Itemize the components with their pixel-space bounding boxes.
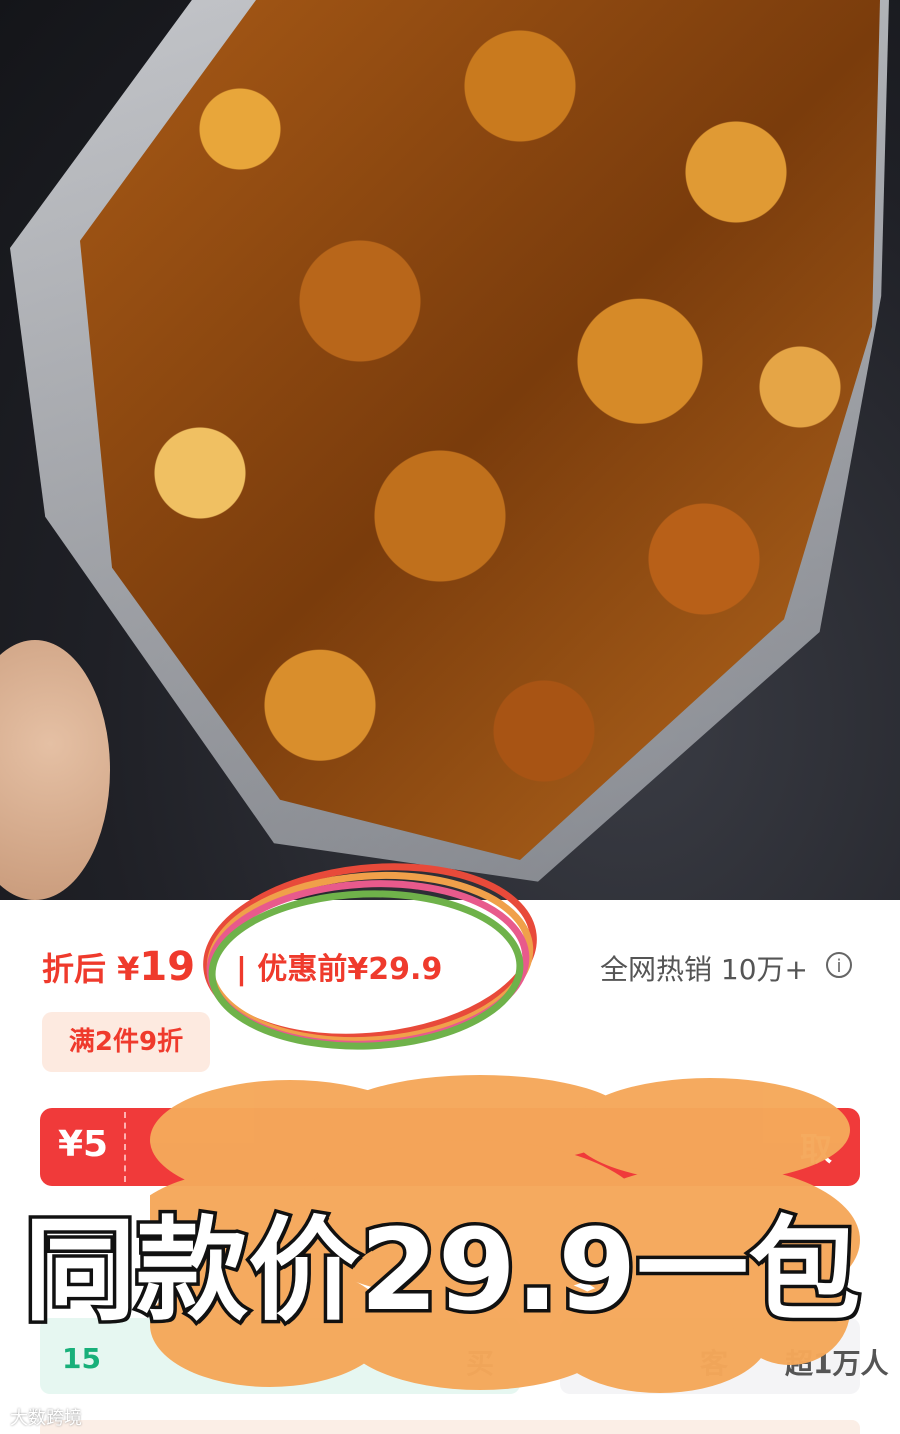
info-card-left-text: 15 — [62, 1342, 101, 1375]
product-photo — [0, 0, 900, 900]
hand-thumb — [0, 640, 110, 900]
price-label: 折后 — [42, 950, 107, 988]
bottom-strip — [40, 1420, 860, 1434]
price-currency: ¥ — [117, 950, 140, 988]
coupon-amount: ¥5 — [58, 1124, 109, 1165]
price-partial: 19 — [139, 944, 196, 990]
overlay-title: 同款价29.9一包 — [21, 1203, 864, 1340]
discounted-price: 折后 ¥19 — [42, 944, 195, 990]
coupon-divider — [124, 1112, 126, 1182]
highlight-circles — [203, 863, 537, 1050]
watermark: 大数跨境 — [10, 1408, 82, 1429]
promo-badge[interactable]: 满2件9折 — [42, 1012, 210, 1072]
info-icon[interactable]: i — [826, 952, 852, 978]
sales-count: 全网热销 10万+ — [600, 953, 808, 986]
